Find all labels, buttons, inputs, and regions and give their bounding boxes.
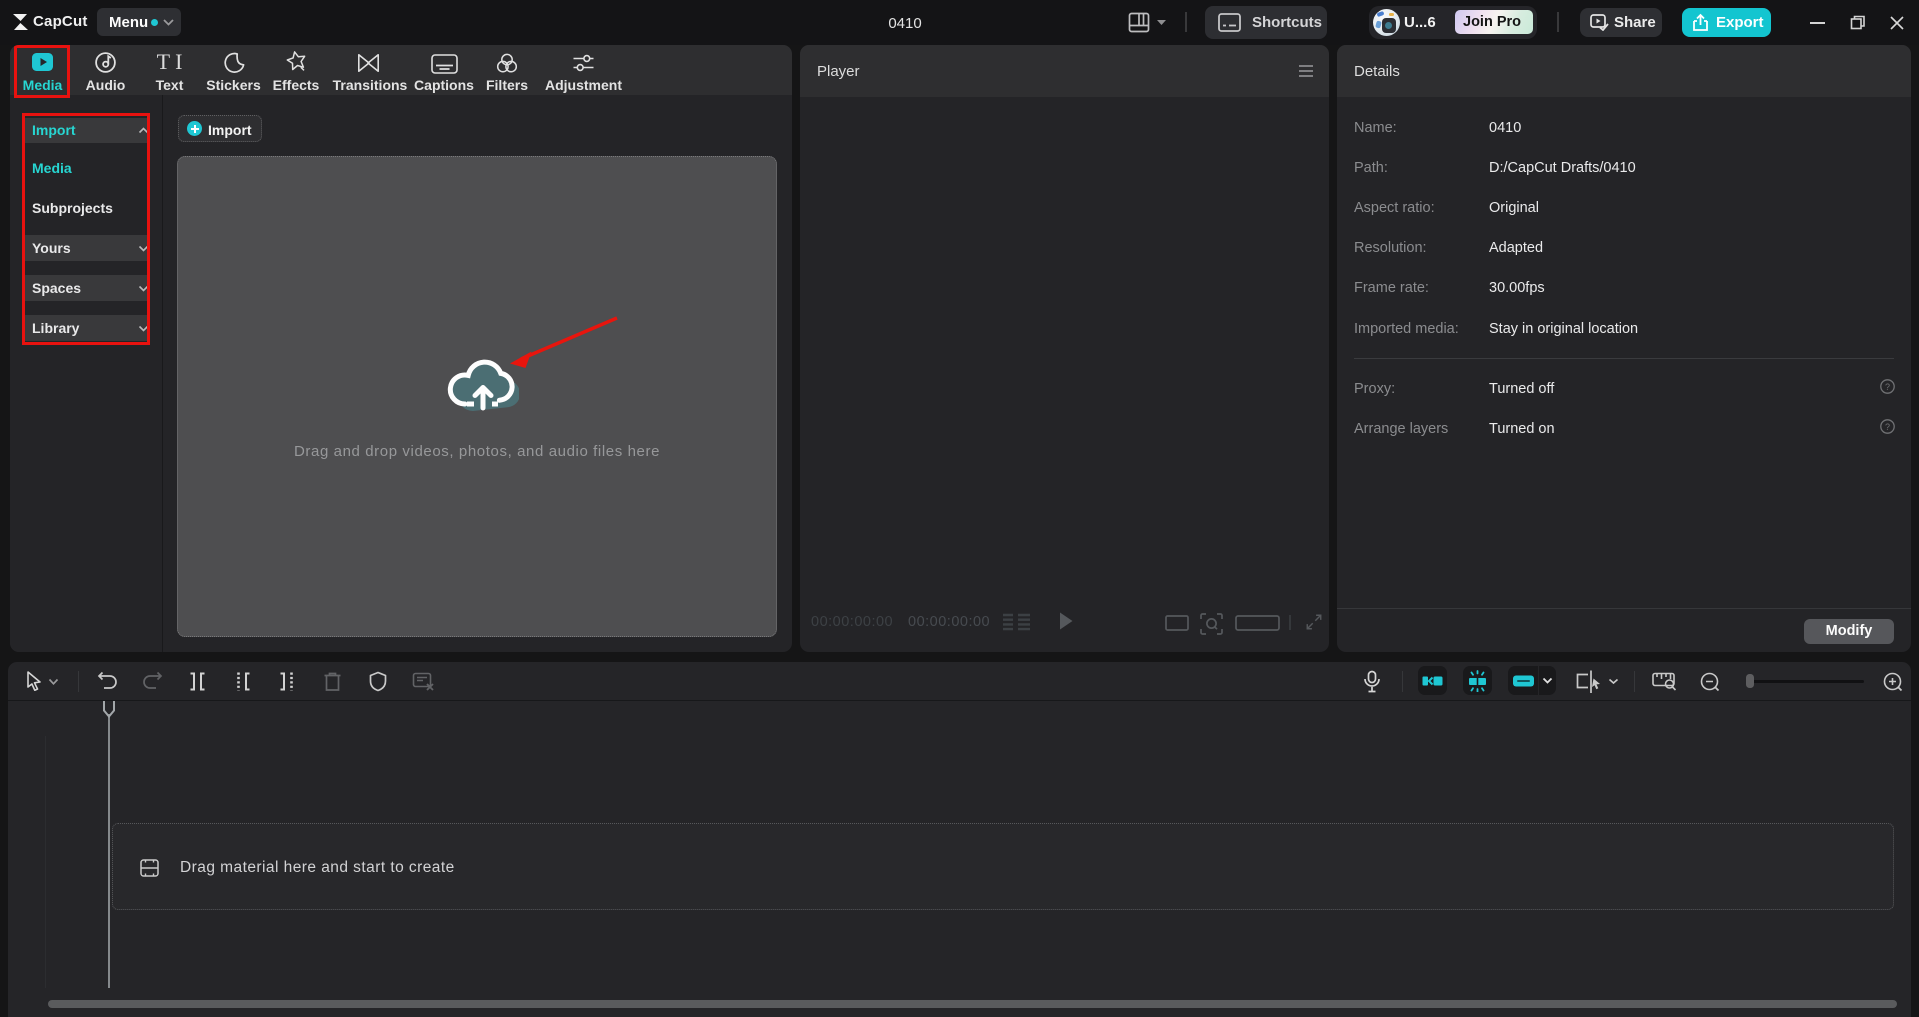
svg-text:?: ? — [1885, 422, 1890, 432]
svg-text:?: ? — [1885, 382, 1890, 392]
